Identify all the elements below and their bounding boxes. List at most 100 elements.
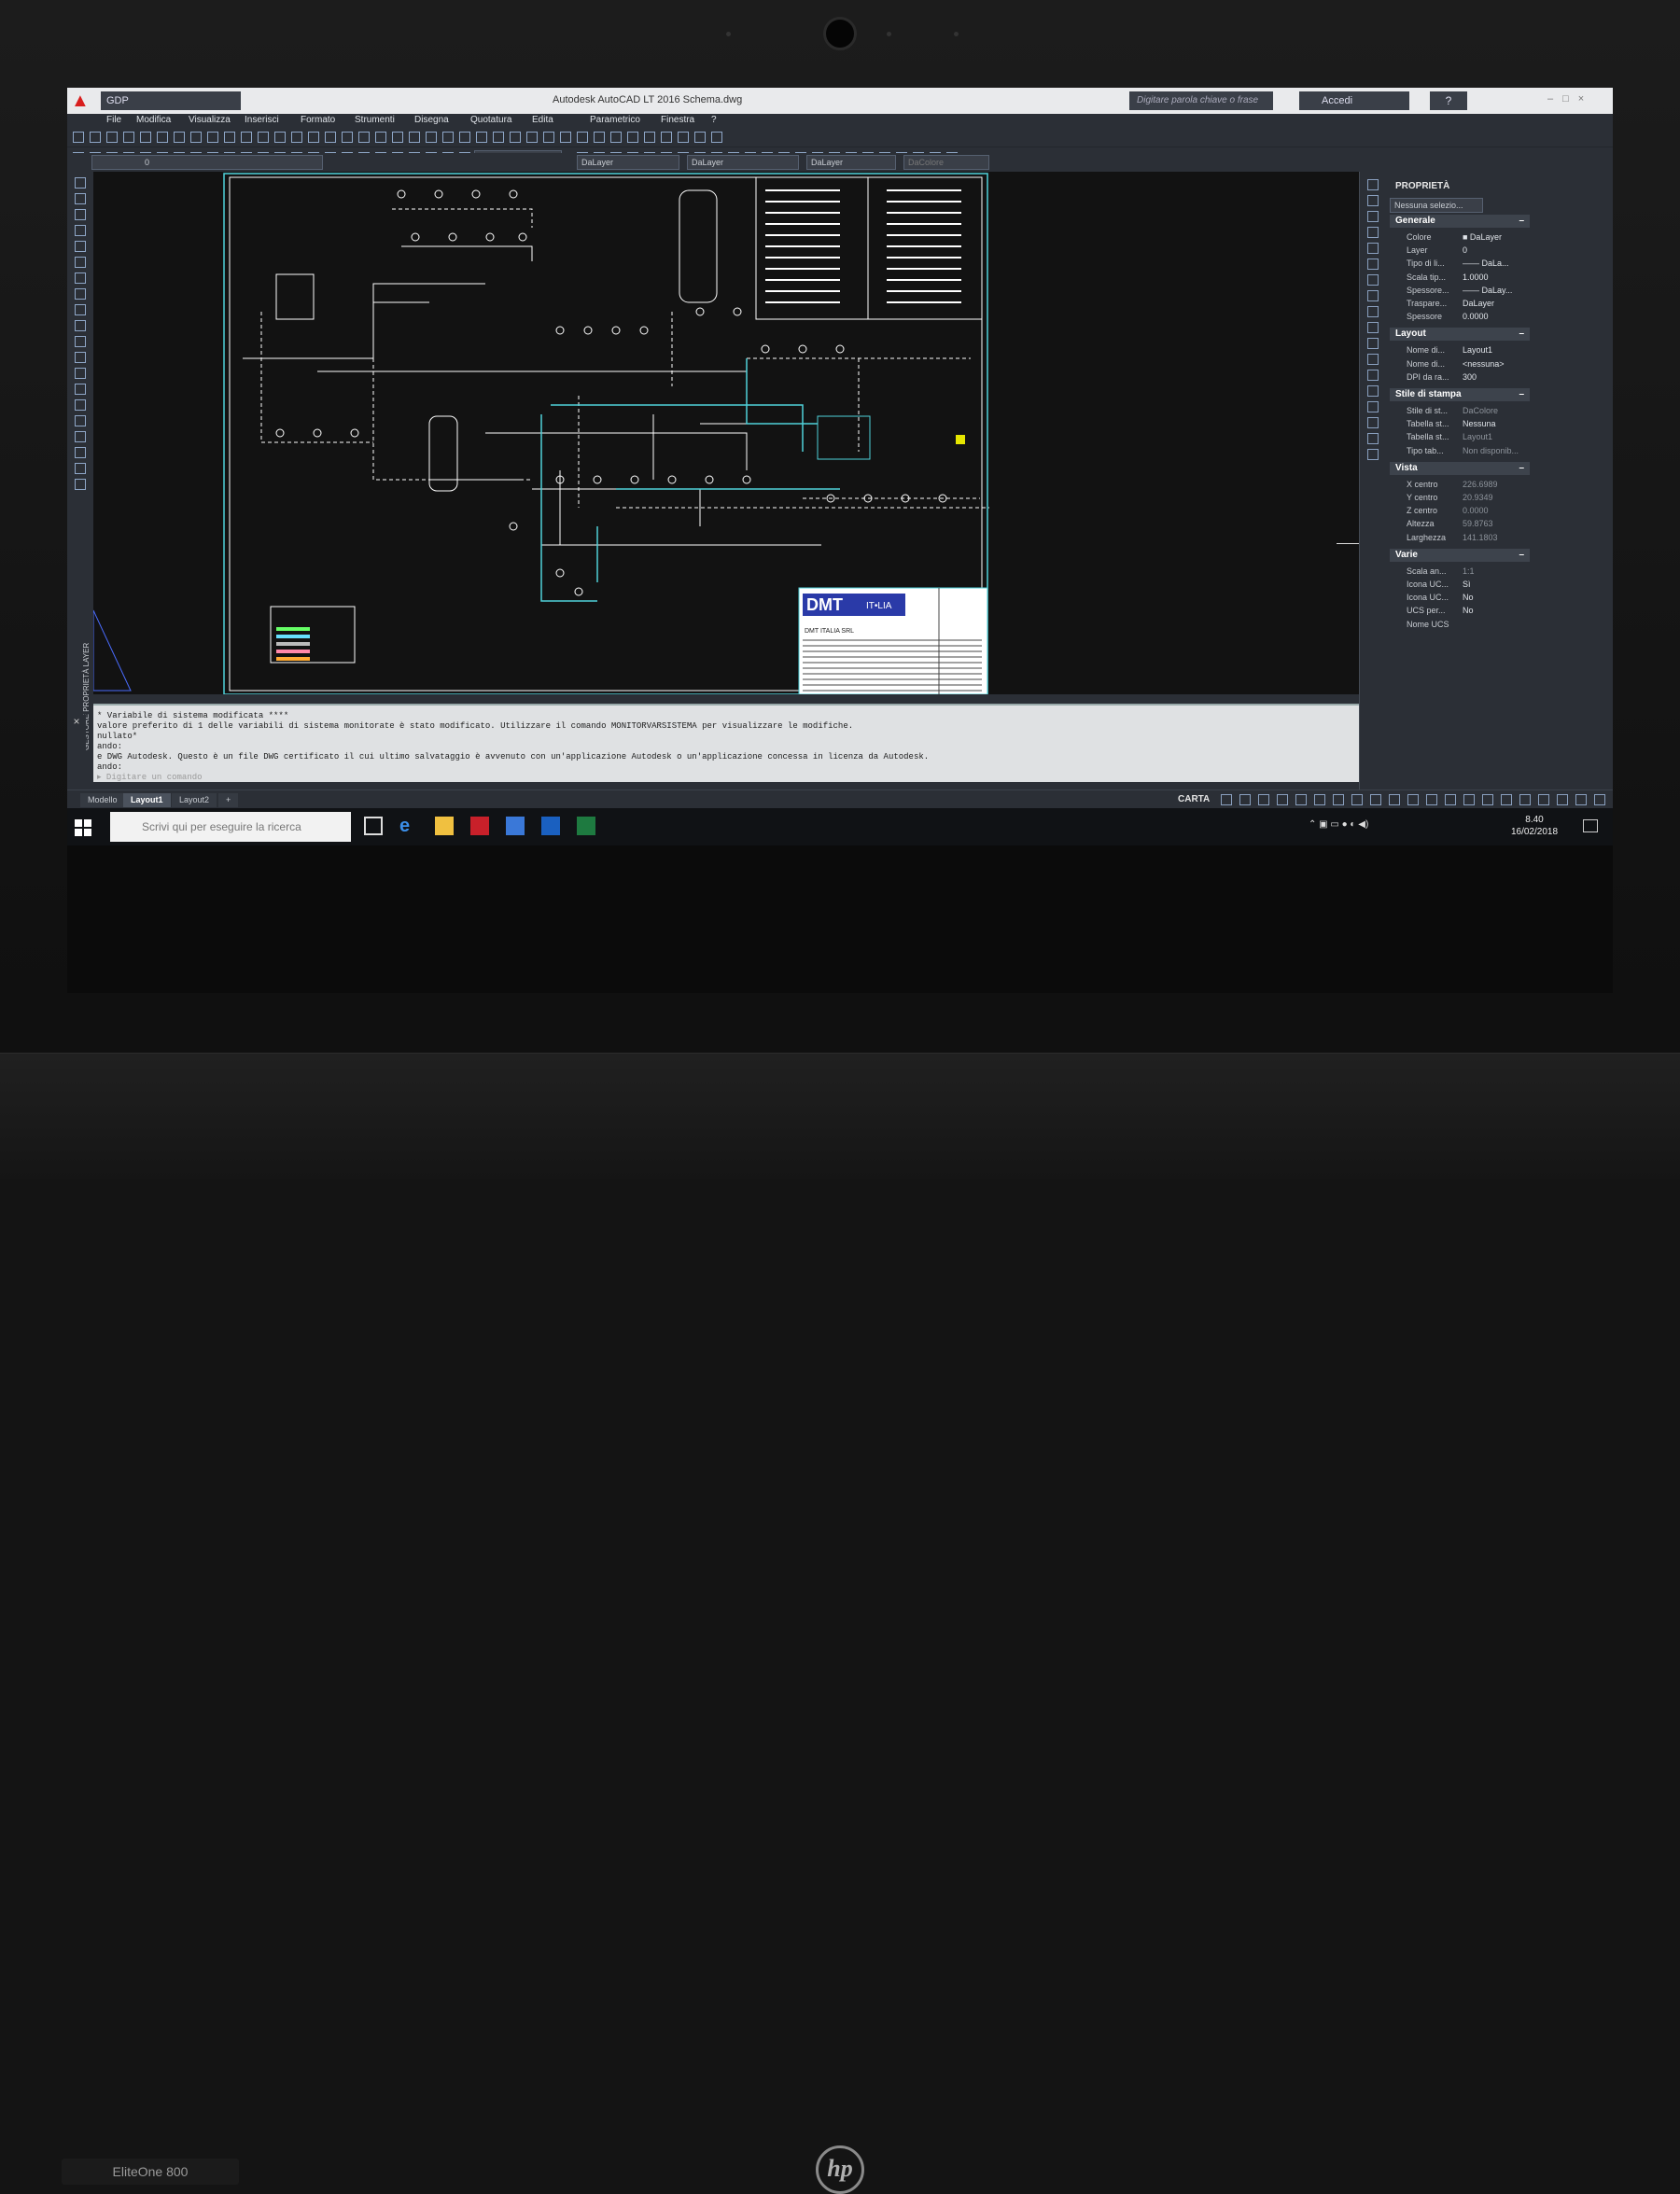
section-stile-di-stampa[interactable]: Stile di stampa – bbox=[1390, 388, 1530, 401]
draw-tool-icon[interactable] bbox=[75, 225, 86, 236]
command-line-close-icon[interactable]: × bbox=[67, 715, 86, 780]
status-toggle-icon[interactable] bbox=[1295, 794, 1307, 805]
draw-tool-icon[interactable] bbox=[75, 241, 86, 252]
toolbar-tool-icon[interactable] bbox=[375, 132, 386, 143]
draw-tool-icon[interactable] bbox=[75, 209, 86, 220]
toolbar-tool-icon[interactable] bbox=[711, 132, 722, 143]
modify-tool-icon[interactable] bbox=[1367, 211, 1379, 222]
toolbar-tool-icon[interactable] bbox=[560, 132, 571, 143]
draw-tool-icon[interactable] bbox=[75, 368, 86, 379]
toolbar-tool-icon[interactable] bbox=[661, 132, 672, 143]
tab-layout2[interactable]: Layout2 bbox=[172, 793, 217, 807]
draw-tool-icon[interactable] bbox=[75, 257, 86, 268]
property-row[interactable]: Tabella st... Nessuna bbox=[1403, 417, 1532, 430]
menu-quotatura[interactable]: Quotatura bbox=[470, 115, 511, 125]
toolbar-tool-icon[interactable] bbox=[207, 132, 218, 143]
toolbar-tool-icon[interactable] bbox=[577, 132, 588, 143]
notification-icon[interactable] bbox=[1583, 819, 1598, 832]
collapse-icon[interactable]: – bbox=[1519, 215, 1524, 228]
selection-dropdown[interactable]: Nessuna selezio... bbox=[1390, 198, 1483, 213]
system-tray[interactable]: ⌃ ▣ ▭ ● ◐ ◀) bbox=[1309, 819, 1477, 834]
property-row[interactable]: Spessore... —— DaLay... bbox=[1403, 284, 1532, 297]
collapse-icon[interactable]: – bbox=[1519, 549, 1524, 562]
status-toggle-icon[interactable] bbox=[1258, 794, 1269, 805]
menu-file[interactable]: File bbox=[106, 115, 121, 125]
layer-combo[interactable]: 0 bbox=[91, 155, 323, 170]
status-toggle-icon[interactable] bbox=[1277, 794, 1288, 805]
file-explorer-icon[interactable] bbox=[435, 817, 454, 835]
draw-tool-icon[interactable] bbox=[75, 193, 86, 204]
section-generale[interactable]: Generale – bbox=[1390, 215, 1530, 228]
property-row[interactable]: Y centro 20.9349 bbox=[1403, 491, 1532, 504]
toolbar-tool-icon[interactable] bbox=[358, 132, 370, 143]
property-row[interactable]: Nome UCS bbox=[1403, 618, 1532, 631]
modify-tool-icon[interactable] bbox=[1367, 195, 1379, 206]
draw-tool-icon[interactable] bbox=[75, 336, 86, 347]
toolbar-tool-icon[interactable] bbox=[510, 132, 521, 143]
modify-tool-icon[interactable] bbox=[1367, 449, 1379, 460]
command-input[interactable]: ▸ Digitare un comando bbox=[97, 773, 203, 782]
toolbar-tool-icon[interactable] bbox=[157, 132, 168, 143]
property-row[interactable]: Layer 0 bbox=[1403, 244, 1532, 257]
property-row[interactable]: Traspare... DaLayer bbox=[1403, 297, 1532, 310]
toolbar-tool-icon[interactable] bbox=[678, 132, 689, 143]
status-toggle-icon[interactable] bbox=[1482, 794, 1493, 805]
modify-tool-icon[interactable] bbox=[1367, 338, 1379, 349]
draw-tool-icon[interactable] bbox=[75, 177, 86, 189]
section-layout[interactable]: Layout – bbox=[1390, 328, 1530, 341]
property-row[interactable]: Larghezza 141.1803 bbox=[1403, 531, 1532, 544]
toolbar-tool-icon[interactable] bbox=[325, 132, 336, 143]
property-row[interactable]: X centro 226.6989 bbox=[1403, 478, 1532, 491]
toolbar-tool-icon[interactable] bbox=[106, 132, 118, 143]
task-view-icon[interactable] bbox=[364, 817, 383, 835]
section-varie[interactable]: Varie – bbox=[1390, 549, 1530, 562]
status-toggle-icon[interactable] bbox=[1426, 794, 1437, 805]
modify-tool-icon[interactable] bbox=[1367, 417, 1379, 428]
status-toggle-icon[interactable] bbox=[1333, 794, 1344, 805]
toolbar-tool-icon[interactable] bbox=[426, 132, 437, 143]
menu-formato[interactable]: Formato bbox=[301, 115, 335, 125]
autocad-taskbar-icon[interactable] bbox=[470, 817, 489, 835]
draw-tool-icon[interactable] bbox=[75, 399, 86, 411]
modify-tool-icon[interactable] bbox=[1367, 401, 1379, 412]
collapse-icon[interactable]: – bbox=[1519, 462, 1524, 475]
toolbar-tool-icon[interactable] bbox=[258, 132, 269, 143]
draw-tool-icon[interactable] bbox=[75, 415, 86, 426]
plotstyle-combo[interactable]: DaColore bbox=[903, 155, 989, 170]
excel-icon[interactable] bbox=[577, 817, 595, 835]
section-vista[interactable]: Vista – bbox=[1390, 462, 1530, 475]
toolbar-tool-icon[interactable] bbox=[274, 132, 286, 143]
status-toggle-icon[interactable] bbox=[1463, 794, 1475, 805]
status-toggle-icon[interactable] bbox=[1407, 794, 1419, 805]
tab-add-layout[interactable]: + bbox=[218, 793, 238, 807]
status-toggle-icon[interactable] bbox=[1239, 794, 1251, 805]
menu-parametrico[interactable]: Parametrico bbox=[590, 115, 640, 125]
property-row[interactable]: Scala tip... 1.0000 bbox=[1403, 271, 1532, 284]
draw-tool-icon[interactable] bbox=[75, 288, 86, 300]
status-toggle-icon[interactable] bbox=[1314, 794, 1325, 805]
property-row[interactable]: Nome di... Layout1 bbox=[1403, 343, 1532, 356]
draw-tool-icon[interactable] bbox=[75, 384, 86, 395]
toolbar-tool-icon[interactable] bbox=[291, 132, 302, 143]
edge-icon[interactable]: e bbox=[399, 817, 418, 835]
toolbar-tool-icon[interactable] bbox=[526, 132, 538, 143]
property-row[interactable]: Icona UC... No bbox=[1403, 591, 1532, 604]
draw-tool-icon[interactable] bbox=[75, 463, 86, 474]
collapse-icon[interactable]: – bbox=[1519, 328, 1524, 341]
status-toggle-icon[interactable] bbox=[1221, 794, 1232, 805]
modify-tool-icon[interactable] bbox=[1367, 227, 1379, 238]
property-row[interactable]: Icona UC... Sì bbox=[1403, 578, 1532, 591]
toolbar-tool-icon[interactable] bbox=[224, 132, 235, 143]
modify-tool-icon[interactable] bbox=[1367, 274, 1379, 286]
modify-tool-icon[interactable] bbox=[1367, 179, 1379, 190]
property-row[interactable]: UCS per... No bbox=[1403, 604, 1532, 617]
property-row[interactable]: Colore ■ DaLayer bbox=[1403, 231, 1532, 244]
toolbar-tool-icon[interactable] bbox=[644, 132, 655, 143]
menu-help[interactable]: ? bbox=[711, 115, 717, 125]
color-combo[interactable]: DaLayer bbox=[577, 155, 679, 170]
modify-tool-icon[interactable] bbox=[1367, 322, 1379, 333]
toolbar-tool-icon[interactable] bbox=[610, 132, 622, 143]
property-row[interactable]: Tabella st... Layout1 bbox=[1403, 430, 1532, 443]
lineweight-combo[interactable]: DaLayer bbox=[806, 155, 896, 170]
toolbar-tool-icon[interactable] bbox=[342, 132, 353, 143]
